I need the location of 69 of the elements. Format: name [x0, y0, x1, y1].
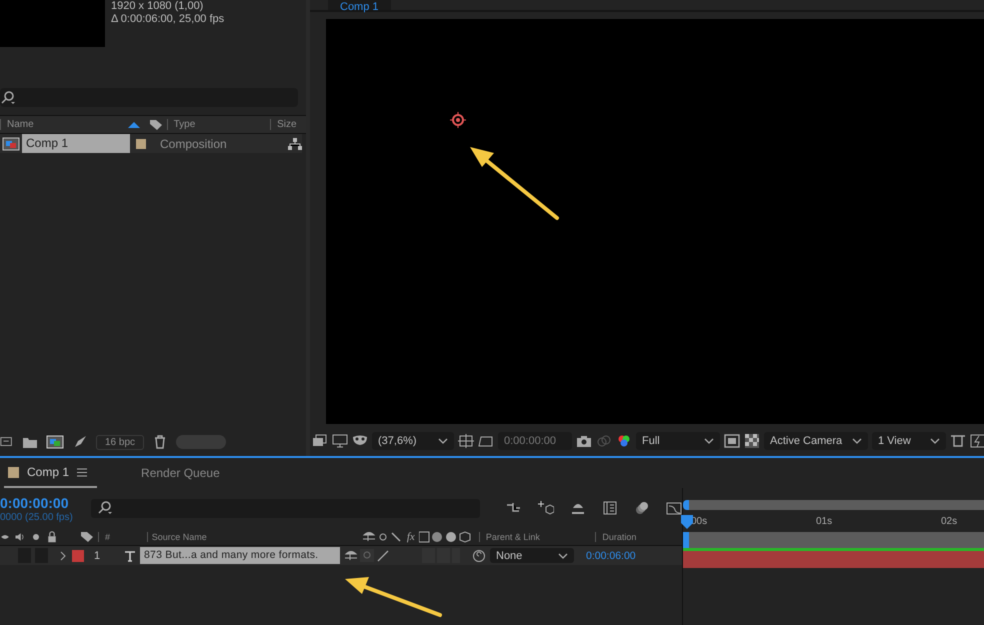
column-header[interactable]: Duration [595, 532, 682, 542]
color-channels-icon[interactable] [616, 433, 632, 449]
layer-name[interactable]: 873 But...a and many more formats. [140, 547, 340, 564]
motion-blur-icon[interactable] [634, 500, 650, 516]
composition-icon [2, 136, 20, 150]
layer-duration[interactable]: 0:00:06:00 [578, 550, 656, 562]
region-of-interest-icon[interactable] [724, 433, 740, 449]
caret-icon [438, 437, 448, 445]
label-swatch[interactable] [72, 550, 84, 562]
layer-search-field[interactable] [91, 498, 480, 518]
timecode-field[interactable]: 0:00:00:00 [498, 432, 572, 450]
audio-icon[interactable] [14, 530, 26, 542]
layer-switches-icon[interactable] [344, 548, 460, 563]
current-time-display[interactable]: 0:00:00:00 [0, 494, 80, 512]
anchor-point-icon[interactable] [450, 112, 466, 128]
caret-icon [704, 437, 714, 445]
view-layout-dropdown[interactable]: 1 View [872, 432, 946, 450]
effects-column-label: fx [406, 530, 415, 542]
playhead-icon[interactable] [681, 515, 693, 529]
pick-whip-icon[interactable] [472, 548, 486, 562]
graph-editor-icon[interactable] [666, 500, 682, 516]
camera-icon[interactable] [576, 433, 592, 449]
transparency-grid-icon[interactable] [744, 433, 760, 449]
safe-area-icon[interactable] [458, 433, 474, 449]
item-type: Composition [160, 136, 228, 150]
viewer-tab[interactable]: Comp 1 [328, 0, 391, 10]
preview-icon[interactable] [312, 433, 328, 449]
frame-count-text: 0000 (25.00 fps) [0, 512, 74, 522]
label-swatch[interactable] [136, 138, 146, 148]
disabled-field [176, 435, 226, 449]
interpret-footage-icon[interactable] [0, 435, 14, 449]
caret-icon [558, 552, 568, 560]
text-layer-icon [124, 550, 136, 562]
column-header[interactable]: # [98, 532, 143, 542]
ruler-label: 02s [940, 515, 958, 529]
bit-depth-button[interactable]: 16 bpc [96, 434, 144, 450]
ruler-label: 01s [815, 515, 834, 529]
column-header[interactable]: Name [0, 119, 127, 130]
column-header[interactable]: Type [166, 119, 270, 130]
layer-number: 1 [93, 550, 102, 562]
caret-icon [930, 437, 940, 445]
frame-blending-icon[interactable] [602, 500, 618, 516]
resolution-dropdown[interactable]: Full [636, 432, 720, 450]
layer-switches-icon[interactable] [362, 530, 403, 542]
expand-chevron-icon[interactable] [58, 550, 68, 560]
camera-dropdown[interactable]: Active Camera [764, 432, 868, 450]
label-tag-icon[interactable] [148, 118, 163, 130]
panel-tab[interactable]: Render Queue [137, 458, 230, 488]
new-composition-icon[interactable] [46, 434, 64, 450]
lock-icon[interactable] [46, 530, 58, 542]
menu-icon[interactable] [77, 468, 88, 476]
monitor-icon[interactable] [332, 433, 348, 449]
comp-info-text: Δ 0:00:06:00, 25,00 fps [111, 13, 224, 26]
toggle-pixel-aspect-icon[interactable] [950, 433, 966, 449]
search-icon[interactable] [97, 500, 114, 516]
caret-icon [852, 437, 862, 445]
column-header[interactable]: Source Name [146, 532, 359, 542]
draft-3d-icon[interactable] [538, 500, 554, 516]
search-icon[interactable] [0, 90, 16, 106]
project-item-name[interactable]: Comp 1 [22, 134, 130, 153]
magnification-dropdown[interactable]: (37,6%) [372, 432, 454, 450]
comp-info-text: 1920 x 1080 (1,00) [111, 0, 204, 13]
panel-tab[interactable]: Comp 1 [4, 458, 98, 488]
fast-previews-icon[interactable] [970, 433, 984, 449]
parent-dropdown[interactable]: None [490, 548, 574, 563]
flowchart-icon[interactable] [288, 138, 302, 150]
column-header[interactable]: Parent & Link [478, 532, 592, 542]
search-field[interactable] [0, 88, 298, 107]
label-tag-icon[interactable] [80, 530, 94, 542]
